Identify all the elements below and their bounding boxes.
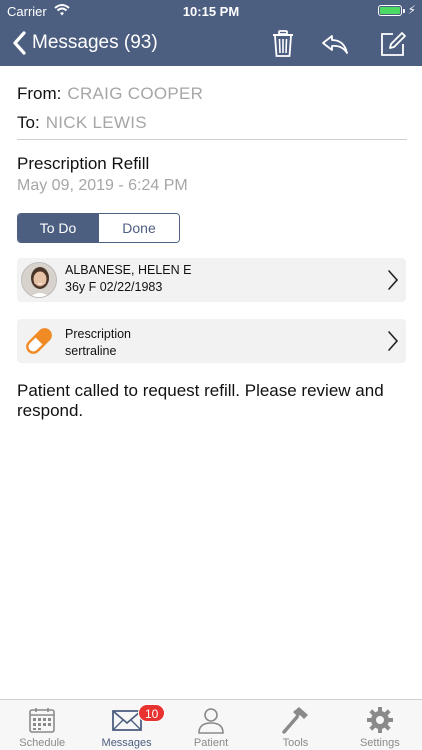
tab-label-messages: Messages (101, 737, 152, 749)
person-icon (198, 708, 224, 734)
hammer-icon (282, 707, 309, 734)
message-body: Patient called to request refill. Please… (17, 381, 384, 420)
pill-icon (26, 328, 52, 354)
header-divider (17, 139, 407, 140)
battery-icon (378, 5, 405, 16)
tab-tools[interactable]: Tools (253, 700, 337, 750)
reply-icon[interactable] (320, 29, 350, 59)
calendar-icon (29, 708, 56, 733)
envelope-icon (111, 710, 142, 731)
status-time: 10:15 PM (182, 4, 240, 19)
tab-settings[interactable]: Settings (338, 700, 422, 750)
tab-label-tools: Tools (282, 737, 309, 749)
status-segmented-control: To Do Done (17, 213, 180, 243)
prescription-card[interactable]: Prescription sertraline (17, 319, 406, 363)
tab-label-schedule: Schedule (19, 737, 66, 749)
from-value[interactable]: CRAIG COOPER (67, 84, 203, 103)
tab-schedule[interactable]: Schedule (0, 700, 84, 750)
message-date: May 09, 2019 - 6:24 PM (17, 177, 188, 194)
prescription-title: Prescription (65, 327, 131, 341)
to-row: To: NICK LEWIS (17, 113, 147, 133)
patient-name: ALBANESE, HELEN E (65, 263, 192, 277)
chevron-left-icon (13, 31, 26, 55)
tab-bar: Schedule Messages Patient Tools Settings… (0, 699, 422, 750)
patient-photo-icon (22, 263, 56, 297)
chevron-right-icon (388, 270, 399, 290)
tab-patient[interactable]: Patient (169, 700, 253, 750)
to-label: To: (17, 113, 40, 132)
back-label: Messages (93) (32, 32, 158, 53)
charging-icon: ⚡ (407, 3, 416, 17)
from-row: From: CRAIG COOPER (17, 84, 203, 104)
tab-label-patient: Patient (193, 737, 229, 749)
status-bar: Carrier 10:15 PM ⚡ (0, 0, 422, 22)
trash-icon[interactable] (268, 29, 298, 59)
segment-done[interactable]: Done (98, 214, 179, 242)
to-value[interactable]: NICK LEWIS (46, 113, 147, 132)
tab-label-settings: Settings (359, 737, 400, 749)
from-label: From: (17, 84, 62, 103)
chevron-right-icon (388, 331, 399, 351)
avatar (21, 262, 57, 298)
prescription-drug: sertraline (65, 344, 117, 358)
message-subject: Prescription Refill (17, 154, 150, 173)
patient-details: 36y F 02/22/1983 (65, 280, 163, 294)
messages-badge: 10 (138, 704, 166, 722)
segment-to-do[interactable]: To Do (18, 214, 98, 242)
gear-icon (366, 707, 393, 733)
nav-bar: Messages (93) (0, 22, 422, 66)
compose-icon[interactable] (378, 29, 408, 59)
patient-card[interactable]: ALBANESE, HELEN E 36y F 02/22/1983 (17, 258, 406, 302)
back-button[interactable]: Messages (93) (10, 30, 158, 56)
